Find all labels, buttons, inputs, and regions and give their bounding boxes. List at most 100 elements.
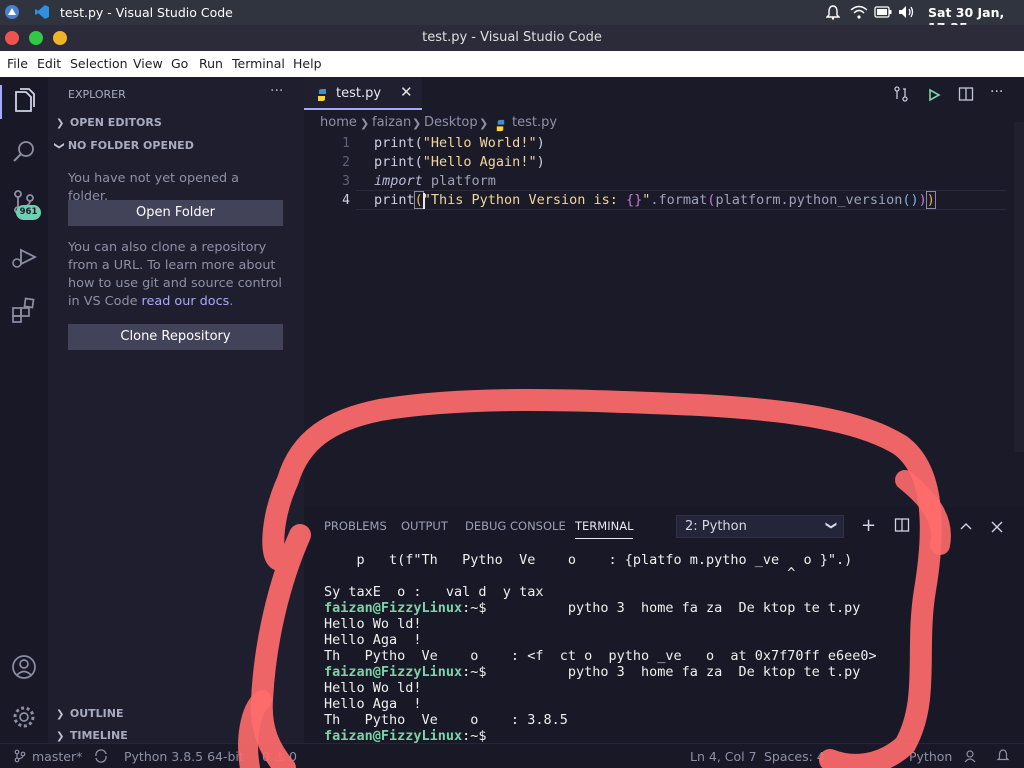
branch-status[interactable]: master* xyxy=(32,749,82,764)
search-icon[interactable] xyxy=(9,137,39,167)
code-line-2[interactable]: print("Hello Again!") xyxy=(374,154,545,170)
explorer-icon[interactable] xyxy=(9,86,39,116)
terminal-prompt-line[interactable]: faizan@FizzyLinux:~$ xyxy=(324,728,487,744)
run-file-icon[interactable] xyxy=(927,87,941,106)
code-token: platform.python_version xyxy=(715,192,903,208)
branch-icon xyxy=(14,749,26,766)
close-tab-icon[interactable]: ✕ xyxy=(400,83,413,101)
run-debug-icon[interactable] xyxy=(9,242,39,272)
sync-icon[interactable] xyxy=(94,749,108,766)
sidebar-more-button[interactable]: ··· xyxy=(270,83,283,99)
python-file-icon xyxy=(315,87,329,106)
tab-debug-console[interactable]: DEBUG CONSOLE xyxy=(465,519,566,533)
problems-count[interactable]: 0 xyxy=(262,749,270,764)
prompt-user: faizan@FizzyLinux xyxy=(324,728,463,744)
menu-icon[interactable] xyxy=(4,4,20,20)
split-editor-icon[interactable] xyxy=(958,86,974,106)
tab-output[interactable]: OUTPUT xyxy=(401,519,448,533)
open-editors-section[interactable]: ❯ OPEN EDITORS xyxy=(56,116,162,129)
menubar: File Edit Selection View Go Run Terminal… xyxy=(0,51,1024,77)
code-token: print( xyxy=(374,154,423,170)
menu-run[interactable]: Run xyxy=(199,56,223,71)
warnings-count[interactable]: 0 xyxy=(289,749,297,764)
wifi-icon[interactable] xyxy=(850,5,868,22)
terminal-line: Sy taxE o : val d y tax xyxy=(324,584,544,600)
timeline-section[interactable]: ❯ TIMELINE xyxy=(56,729,128,742)
source-control-badge: 961 xyxy=(16,205,41,220)
sidebar-title: EXPLORER xyxy=(68,88,126,101)
menu-go[interactable]: Go xyxy=(171,56,188,71)
read-docs-link[interactable]: read our docs xyxy=(142,294,230,309)
language-mode[interactable]: Python xyxy=(909,749,952,764)
code-line-4[interactable]: print("This Python Version is: {}".forma… xyxy=(374,191,936,209)
volume-icon[interactable] xyxy=(898,5,916,22)
split-terminal-icon[interactable] xyxy=(894,517,910,537)
battery-icon[interactable] xyxy=(874,6,892,21)
menu-selection[interactable]: Selection xyxy=(70,56,128,71)
tab-terminal[interactable]: TERMINAL xyxy=(575,519,634,539)
no-folder-section[interactable]: ❯ NO FOLDER OPENED xyxy=(54,139,194,152)
terminal-prompt-line: faizan@FizzyLinux:~$ pytho 3 home fa za … xyxy=(324,664,860,680)
gear-icon[interactable] xyxy=(9,702,39,732)
close-panel-icon[interactable] xyxy=(991,518,1003,537)
terminal-line: ^ xyxy=(324,565,796,581)
python-interpreter[interactable]: Python 3.8.5 64-bit xyxy=(124,749,244,764)
line-number: 2 xyxy=(342,155,350,170)
terminal-command: pytho 3 home fa za De ktop te t.py xyxy=(486,664,861,680)
trash-icon[interactable] xyxy=(929,517,943,537)
status-bar: master* Python 3.8.5 64-bit 0 ⚠ 0 Ln 4, … xyxy=(0,743,1024,768)
chevron-right-icon: ❯ xyxy=(360,117,370,130)
code-token: print( xyxy=(374,135,423,151)
window-title: test.py - Visual Studio Code xyxy=(422,30,602,45)
extensions-icon[interactable] xyxy=(9,295,39,325)
breadcrumb-home[interactable]: home xyxy=(320,115,357,130)
code-line-3[interactable]: import platform xyxy=(374,173,496,189)
code-token: platform xyxy=(422,173,496,189)
menu-help[interactable]: Help xyxy=(293,56,322,71)
chevron-down-icon: ❯ xyxy=(53,141,65,150)
tab-test-py[interactable]: test.py ✕ xyxy=(304,77,422,110)
menu-edit[interactable]: Edit xyxy=(37,56,61,71)
open-folder-button[interactable]: Open Folder xyxy=(68,200,283,226)
terminal-select[interactable]: 2: Python ❯ xyxy=(676,515,844,538)
tab-problems[interactable]: PROBLEMS xyxy=(324,519,387,533)
terminal-line: Hello Wo ld! xyxy=(324,616,422,632)
terminal-line: Hello Wo ld! xyxy=(324,680,422,696)
notifications-icon[interactable] xyxy=(996,749,1010,766)
cursor-position[interactable]: Ln 4, Col 7 xyxy=(690,749,757,764)
more-actions-icon[interactable]: ··· xyxy=(990,84,1003,100)
text-cursor xyxy=(423,193,425,209)
vscode-icon[interactable] xyxy=(34,4,50,20)
indentation[interactable]: Spaces: 4 xyxy=(764,749,825,764)
code-token: "Hello Again!" xyxy=(422,154,537,170)
menu-view[interactable]: View xyxy=(133,56,163,71)
live-share-icon[interactable] xyxy=(964,749,978,766)
bell-icon[interactable] xyxy=(825,5,841,23)
clone-help-text: You can also clone a repository from a U… xyxy=(68,239,283,311)
code-token: {} xyxy=(625,192,643,208)
editor-scrollbar[interactable] xyxy=(1014,122,1024,452)
explorer-sidebar: EXPLORER ··· ❯ OPEN EDITORS ❯ NO FOLDER … xyxy=(48,77,304,743)
compare-changes-icon[interactable] xyxy=(893,86,909,106)
code-line-1[interactable]: print("Hello World!") xyxy=(374,135,545,151)
chevron-right-icon: ❯ xyxy=(412,117,422,130)
terminal-prompt-line: faizan@FizzyLinux:~$ pytho 3 home fa za … xyxy=(324,600,860,616)
line-number: 4 xyxy=(342,193,350,208)
open-editors-label: OPEN EDITORS xyxy=(69,116,162,129)
breadcrumb-faizan[interactable]: faizan xyxy=(372,115,411,130)
clone-repository-button[interactable]: Clone Repository xyxy=(68,324,283,350)
account-icon[interactable] xyxy=(9,652,39,682)
code-token: ) xyxy=(536,135,545,151)
breadcrumb-desktop[interactable]: Desktop xyxy=(424,115,478,130)
breadcrumb-file[interactable]: test.py xyxy=(512,115,557,130)
menu-terminal[interactable]: Terminal xyxy=(232,56,285,71)
window-titlebar: test.py - Visual Studio Code xyxy=(0,25,1024,51)
prompt-user: faizan@FizzyLinux xyxy=(324,664,463,680)
outline-section[interactable]: ❯ OUTLINE xyxy=(56,707,123,720)
new-terminal-icon[interactable]: + xyxy=(861,515,876,536)
maximize-panel-icon[interactable] xyxy=(960,518,972,537)
activity-bar: 961 xyxy=(0,77,48,743)
code-token: () xyxy=(902,192,919,208)
menu-file[interactable]: File xyxy=(7,56,28,71)
code-token: "Hello World!" xyxy=(422,135,537,151)
